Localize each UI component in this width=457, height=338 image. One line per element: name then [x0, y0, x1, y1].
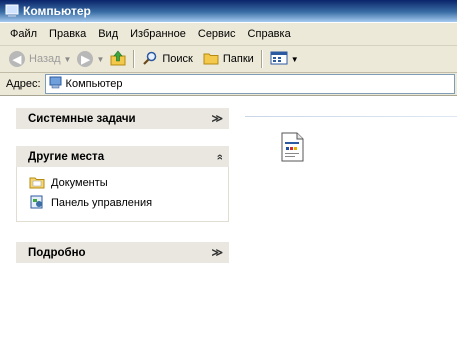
toolbar-separator — [133, 50, 136, 68]
forward-button[interactable]: ▶ ▼ — [74, 48, 107, 70]
menu-edit[interactable]: Правка — [43, 28, 92, 40]
other-places-title: Другие места — [28, 150, 105, 163]
folders-label: Папки — [222, 53, 254, 65]
up-button[interactable] — [107, 48, 129, 70]
other-places-panel: Другие места » Документы Панель управлен… — [16, 146, 229, 222]
link-documents[interactable]: Документы — [29, 173, 228, 193]
chevron-down-icon[interactable]: ▼ — [64, 55, 72, 64]
search-icon — [142, 50, 158, 69]
chevron-down-icon[interactable]: ▼ — [96, 55, 104, 64]
back-arrow-icon: ◀ — [9, 51, 25, 67]
documents-folder-icon — [29, 175, 45, 192]
group-divider — [245, 116, 457, 117]
menu-tools[interactable]: Сервис — [192, 28, 242, 40]
task-pane: Системные задачи ≫ Другие места » Докуме… — [0, 96, 243, 338]
other-places-body: Документы Панель управления — [16, 167, 229, 222]
back-label: Назад — [29, 53, 61, 65]
forward-arrow-icon: ▶ — [77, 51, 94, 67]
details-panel: Подробно ≫ — [16, 242, 229, 263]
chevron-down-icon[interactable]: ▼ — [291, 55, 299, 64]
other-places-header[interactable]: Другие места » — [16, 146, 229, 167]
control-panel-icon — [29, 194, 45, 213]
views-button[interactable]: ▼ — [267, 48, 302, 70]
collapse-chevron-icon[interactable]: » — [214, 153, 226, 159]
title-bar[interactable]: Компьютер — [0, 0, 457, 22]
toolbar-separator — [260, 50, 263, 68]
menu-bar: Файл Правка Вид Избранное Сервис Справка — [0, 23, 457, 46]
system-tasks-header[interactable]: Системные задачи ≫ — [16, 108, 229, 129]
details-header[interactable]: Подробно ≫ — [16, 242, 229, 263]
folder-icon — [203, 50, 219, 69]
expand-chevron-icon[interactable]: ≫ — [211, 112, 223, 125]
views-icon — [270, 51, 288, 68]
system-tasks-title: Системные задачи — [28, 112, 136, 125]
expand-chevron-icon[interactable]: ≫ — [211, 246, 223, 259]
folder-up-icon — [110, 50, 126, 69]
address-value: Компьютер — [65, 78, 123, 90]
address-bar: Адрес: Компьютер — [0, 73, 457, 96]
link-control-panel[interactable]: Панель управления — [29, 193, 228, 213]
back-button[interactable]: ◀ Назад ▼ — [6, 48, 74, 70]
folders-button[interactable]: Папки — [200, 48, 257, 70]
search-button[interactable]: Поиск — [139, 48, 195, 70]
address-label: Адрес: — [6, 78, 41, 90]
computer-icon — [49, 76, 62, 92]
computer-icon — [5, 4, 19, 18]
address-field[interactable]: Компьютер — [44, 74, 455, 94]
details-title: Подробно — [28, 246, 86, 259]
document-file-icon — [279, 132, 305, 165]
file-item[interactable] — [279, 132, 305, 165]
link-documents-label: Документы — [51, 177, 108, 189]
system-tasks-panel: Системные задачи ≫ — [16, 108, 229, 129]
window-title: Компьютер — [23, 4, 91, 18]
content-area — [243, 96, 457, 338]
menu-view[interactable]: Вид — [92, 28, 124, 40]
toolbar: ◀ Назад ▼ ▶ ▼ Поиск Папки ▼ — [0, 46, 457, 73]
link-control-panel-label: Панель управления — [51, 197, 153, 209]
menu-help[interactable]: Справка — [242, 28, 297, 40]
menu-file[interactable]: Файл — [0, 28, 43, 40]
search-label: Поиск — [162, 53, 193, 65]
menu-favorites[interactable]: Избранное — [124, 28, 192, 40]
